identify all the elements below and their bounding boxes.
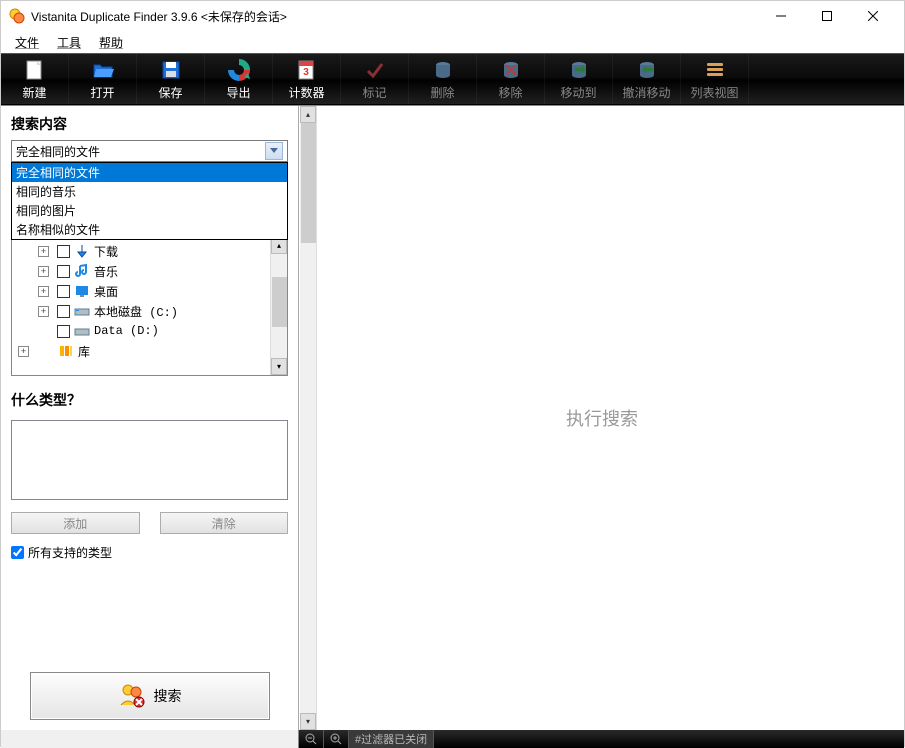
download-icon bbox=[74, 243, 90, 259]
delete-icon bbox=[431, 58, 455, 82]
scroll-down-icon[interactable]: ▾ bbox=[300, 713, 316, 730]
open-icon bbox=[91, 58, 115, 82]
tree-checkbox[interactable] bbox=[57, 285, 70, 298]
combo-option[interactable]: 相同的图片 bbox=[12, 201, 287, 220]
all-types-label: 所有支持的类型 bbox=[28, 544, 112, 561]
new-button[interactable]: 新建 bbox=[1, 54, 69, 104]
tree-checkbox[interactable] bbox=[57, 245, 70, 258]
chevron-down-icon[interactable] bbox=[265, 142, 283, 160]
svg-text:3: 3 bbox=[303, 67, 309, 78]
search-people-icon bbox=[118, 681, 146, 712]
expand-icon[interactable]: + bbox=[18, 346, 29, 357]
tree-checkbox[interactable] bbox=[57, 265, 70, 278]
type-title: 什么类型？ bbox=[11, 390, 288, 410]
remove-button[interactable]: 移除 bbox=[477, 54, 545, 104]
expand-icon[interactable]: + bbox=[38, 286, 49, 297]
moveto-button[interactable]: 移动到 bbox=[545, 54, 613, 104]
location-tree[interactable]: + 下载 + 音乐 + 桌面 + 本地磁盘 (C:) bbox=[11, 236, 288, 376]
menu-help[interactable]: 帮助 bbox=[93, 32, 129, 53]
add-button[interactable]: 添加 bbox=[11, 512, 140, 534]
search-button-label: 搜索 bbox=[154, 686, 182, 706]
menu-file[interactable]: 文件 bbox=[9, 32, 45, 53]
sidebar: 搜索内容 完全相同的文件 完全相同的文件 相同的音乐 相同的图片 名称相似的文件… bbox=[1, 106, 299, 730]
save-icon bbox=[159, 58, 183, 82]
combo-option[interactable]: 名称相似的文件 bbox=[12, 220, 287, 239]
expand-icon[interactable]: + bbox=[38, 306, 49, 317]
expand-icon[interactable]: + bbox=[38, 266, 49, 277]
export-icon bbox=[227, 58, 251, 82]
all-types-checkbox[interactable] bbox=[11, 546, 24, 559]
tree-item-library[interactable]: + 库 bbox=[14, 341, 285, 361]
search-for-title: 搜索内容 bbox=[11, 114, 288, 134]
menu-tools[interactable]: 工具 bbox=[51, 32, 87, 53]
content-area: ▴ ▾ 执行搜索 bbox=[299, 106, 904, 730]
tree-checkbox[interactable] bbox=[57, 325, 70, 338]
tree-item-desktop[interactable]: + 桌面 bbox=[14, 281, 285, 301]
new-icon bbox=[23, 58, 47, 82]
tree-checkbox[interactable] bbox=[57, 305, 70, 318]
delete-button[interactable]: 删除 bbox=[409, 54, 477, 104]
maximize-button[interactable] bbox=[804, 1, 850, 31]
tree-item-drive-d[interactable]: Data (D:) bbox=[14, 321, 285, 341]
counter-icon: 3 bbox=[295, 58, 319, 82]
titlebar: Vistanita Duplicate Finder 3.9.6 <未保存的会话… bbox=[1, 1, 904, 31]
all-types-checkbox-row[interactable]: 所有支持的类型 bbox=[11, 544, 288, 561]
content-placeholder: 执行搜索 bbox=[566, 405, 638, 431]
combo-dropdown-list: 完全相同的文件 相同的音乐 相同的图片 名称相似的文件 bbox=[11, 162, 288, 240]
type-listbox[interactable] bbox=[11, 420, 288, 500]
undomove-button[interactable]: 撤消移动 bbox=[613, 54, 681, 104]
remove-icon bbox=[499, 58, 523, 82]
library-icon bbox=[58, 343, 74, 359]
moveto-icon bbox=[567, 58, 591, 82]
tree-item-downloads[interactable]: + 下载 bbox=[14, 241, 285, 261]
undomove-icon bbox=[635, 58, 659, 82]
listview-icon bbox=[703, 58, 727, 82]
filter-status[interactable]: #过滤器已关闭 bbox=[349, 730, 434, 748]
statusbar: #过滤器已关闭 bbox=[1, 730, 904, 748]
toolbar: 新建 打开 保存 导出 3 计数器 标记 删除 移除 移动到 撤消移动 列表视图 bbox=[1, 53, 904, 105]
combo-option[interactable]: 相同的音乐 bbox=[12, 182, 287, 201]
zoom-out-button[interactable] bbox=[299, 730, 324, 748]
export-button[interactable]: 导出 bbox=[205, 54, 273, 104]
open-button[interactable]: 打开 bbox=[69, 54, 137, 104]
tree-item-music[interactable]: + 音乐 bbox=[14, 261, 285, 281]
minimize-button[interactable] bbox=[758, 1, 804, 31]
tree-item-drive-c[interactable]: + 本地磁盘 (C:) bbox=[14, 301, 285, 321]
menubar: 文件 工具 帮助 bbox=[1, 31, 904, 53]
search-type-combo[interactable]: 完全相同的文件 完全相同的文件 相同的音乐 相同的图片 名称相似的文件 bbox=[11, 140, 288, 162]
drive-icon bbox=[74, 303, 90, 319]
tree-scrollbar[interactable]: ▴ ▾ bbox=[270, 237, 287, 375]
mark-icon bbox=[363, 58, 387, 82]
scroll-thumb[interactable] bbox=[272, 277, 287, 327]
save-button[interactable]: 保存 bbox=[137, 54, 205, 104]
listview-button[interactable]: 列表视图 bbox=[681, 54, 749, 104]
app-icon bbox=[9, 8, 25, 24]
combo-selected-value: 完全相同的文件 bbox=[16, 143, 100, 160]
scroll-thumb[interactable] bbox=[301, 123, 316, 243]
music-icon bbox=[74, 263, 90, 279]
content-scrollbar[interactable]: ▴ ▾ bbox=[300, 106, 317, 730]
counter-button[interactable]: 3 计数器 bbox=[273, 54, 341, 104]
desktop-icon bbox=[74, 283, 90, 299]
drive-icon bbox=[74, 323, 90, 339]
scroll-down-icon[interactable]: ▾ bbox=[271, 358, 287, 375]
window-title: Vistanita Duplicate Finder 3.9.6 <未保存的会话… bbox=[31, 8, 758, 25]
expand-icon[interactable]: + bbox=[38, 246, 49, 257]
combo-option[interactable]: 完全相同的文件 bbox=[12, 163, 287, 182]
scroll-up-icon[interactable]: ▴ bbox=[300, 106, 316, 123]
search-button[interactable]: 搜索 bbox=[30, 672, 270, 720]
close-button[interactable] bbox=[850, 1, 896, 31]
mark-button[interactable]: 标记 bbox=[341, 54, 409, 104]
zoom-in-button[interactable] bbox=[324, 730, 349, 748]
clear-button[interactable]: 清除 bbox=[160, 512, 289, 534]
